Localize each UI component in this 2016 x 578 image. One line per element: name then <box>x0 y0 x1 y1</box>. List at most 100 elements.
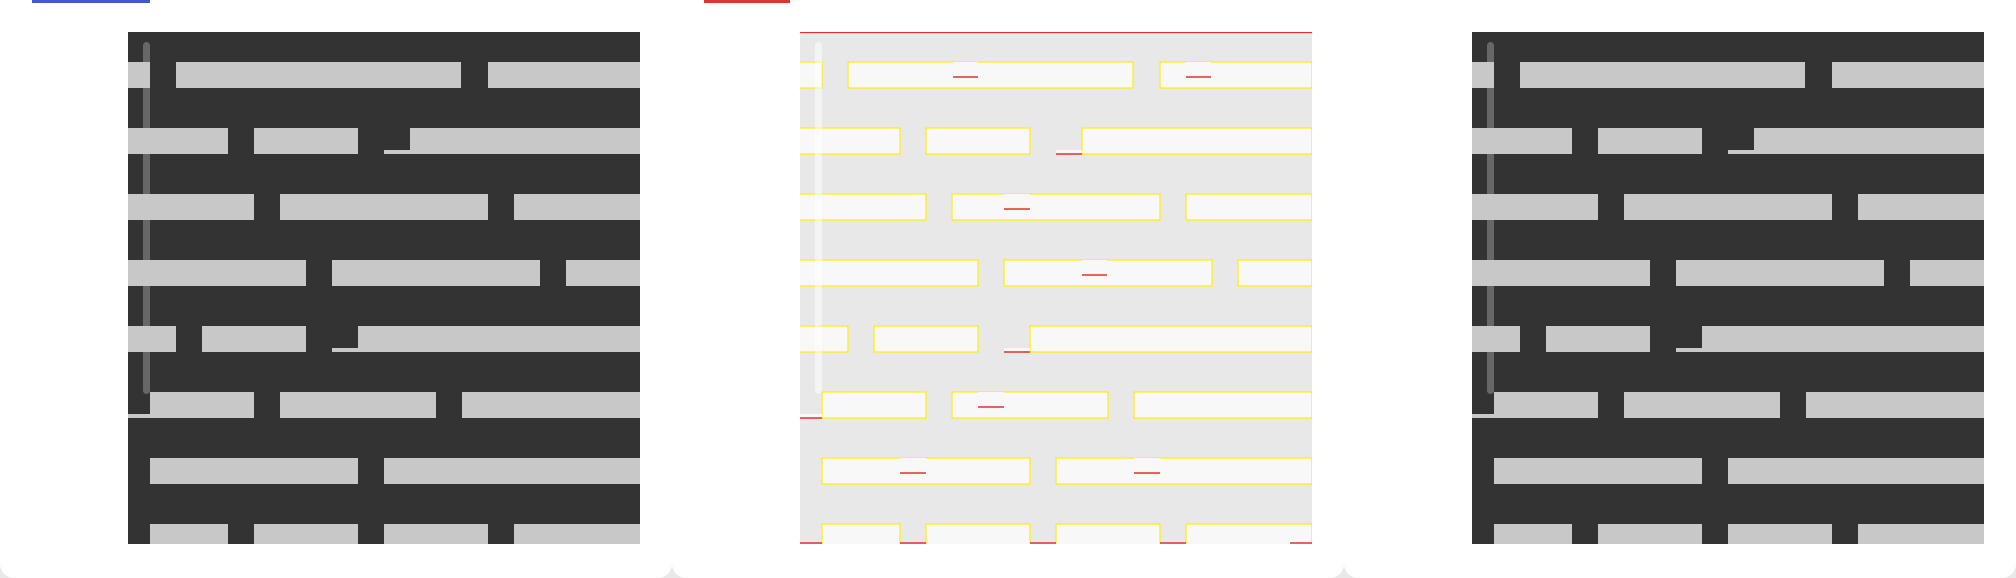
pattern-row <box>128 62 640 88</box>
pattern-bridge <box>1186 62 1211 77</box>
pattern-bridge <box>953 62 978 77</box>
pattern-bar <box>1598 524 1702 544</box>
pattern-bar <box>1472 326 1520 352</box>
pattern-bridge <box>410 260 435 275</box>
pattern-bar <box>821 523 901 544</box>
pattern-bar <box>1676 260 1884 286</box>
pattern-bar <box>1702 326 1984 352</box>
pattern-bar <box>514 524 640 544</box>
pattern-bar <box>128 326 176 352</box>
pattern-bridge <box>228 458 254 473</box>
pattern-bridge <box>978 392 1004 407</box>
pattern-bar <box>1858 194 1984 220</box>
tab-indicator[interactable] <box>704 0 790 3</box>
pattern-bar <box>128 260 306 286</box>
pattern-bar <box>202 326 306 352</box>
pattern-bar <box>1624 392 1780 418</box>
pattern-canvas[interactable] <box>1472 32 1984 544</box>
pattern-bar <box>1081 127 1312 155</box>
scrollbar-track[interactable] <box>815 42 822 394</box>
pattern-bar <box>1858 524 1984 544</box>
pattern-bar <box>1472 260 1650 286</box>
scrollbar-track[interactable] <box>143 42 150 394</box>
pattern-bridge <box>1754 260 1779 275</box>
pattern-bar <box>488 62 640 88</box>
pattern-step <box>1728 150 1754 154</box>
pattern-row <box>128 194 640 220</box>
pattern-step <box>1676 348 1702 352</box>
pattern-bar <box>1237 259 1312 287</box>
pattern-bridge <box>1082 260 1107 275</box>
pattern-bar <box>1598 128 1702 154</box>
pattern-bar <box>384 458 640 484</box>
pattern-bar <box>1494 392 1598 418</box>
pattern-svg <box>128 62 640 544</box>
pattern-bar <box>462 392 640 418</box>
pattern-bridge <box>462 458 488 473</box>
pattern-bridge <box>1134 458 1160 473</box>
pattern-bar <box>800 259 979 287</box>
pattern-row <box>150 524 640 544</box>
pattern-bar <box>410 128 640 154</box>
pattern-bar <box>514 194 640 220</box>
pattern-row <box>1472 194 1984 220</box>
pattern-bar <box>150 392 254 418</box>
pattern-bar <box>1055 523 1161 544</box>
pattern-bar <box>358 326 640 352</box>
pattern-row <box>128 128 640 154</box>
pattern-bar <box>1133 391 1312 419</box>
pattern-row <box>1494 524 1984 544</box>
pattern-row <box>1472 392 1984 418</box>
resize-grip-icon[interactable] <box>592 528 612 536</box>
pattern-canvas[interactable] <box>800 32 1312 544</box>
pattern-bar <box>1624 194 1832 220</box>
pattern-bar <box>1520 62 1805 88</box>
pattern-bar <box>280 392 436 418</box>
pattern-row <box>1472 128 1984 154</box>
tab-indicator[interactable] <box>32 0 150 3</box>
pattern-bar <box>176 62 461 88</box>
pattern-step <box>1472 414 1494 418</box>
pattern-bar <box>821 391 927 419</box>
pattern-bar <box>1832 62 1984 88</box>
pattern-row <box>800 523 1312 544</box>
pattern-row <box>128 326 640 352</box>
pattern-bar <box>384 524 488 544</box>
pattern-bridge <box>332 194 358 209</box>
pattern-bar <box>951 391 1109 419</box>
pattern-panel-dark-left <box>0 0 672 578</box>
pattern-bar <box>925 127 1031 155</box>
pattern-row <box>128 392 640 418</box>
pattern-bridge <box>1858 62 1883 77</box>
pattern-bar <box>1185 193 1312 221</box>
pattern-bridge <box>1572 458 1598 473</box>
pattern-bar <box>150 524 228 544</box>
pattern-row <box>800 193 1312 221</box>
resize-grip-icon[interactable] <box>1936 528 1956 536</box>
pattern-bar <box>332 260 540 286</box>
pattern-bar <box>1029 325 1312 353</box>
pattern-row <box>128 260 640 286</box>
pattern-svg <box>800 32 1312 544</box>
pattern-bridge <box>1004 194 1030 209</box>
scrollbar-track[interactable] <box>1487 42 1494 394</box>
pattern-bar <box>254 128 358 154</box>
pattern-bar <box>1754 128 1984 154</box>
pattern-bridge <box>1676 194 1702 209</box>
pattern-bar <box>280 194 488 220</box>
pattern-bar <box>951 193 1161 221</box>
pattern-bar <box>1728 458 1984 484</box>
pattern-bridge <box>1650 392 1676 407</box>
pattern-bar <box>873 325 979 353</box>
pattern-bar <box>1159 61 1312 89</box>
pattern-panel-dark-right <box>1344 0 2016 578</box>
pattern-bar <box>1728 524 1832 544</box>
pattern-bar <box>847 61 1134 89</box>
pattern-bridge <box>514 62 539 77</box>
pattern-bar <box>566 260 640 286</box>
pattern-canvas[interactable] <box>128 32 640 544</box>
pattern-bridge <box>1625 62 1650 77</box>
pattern-step <box>332 348 358 352</box>
pattern-bar <box>1910 260 1984 286</box>
pattern-row <box>1472 260 1984 286</box>
